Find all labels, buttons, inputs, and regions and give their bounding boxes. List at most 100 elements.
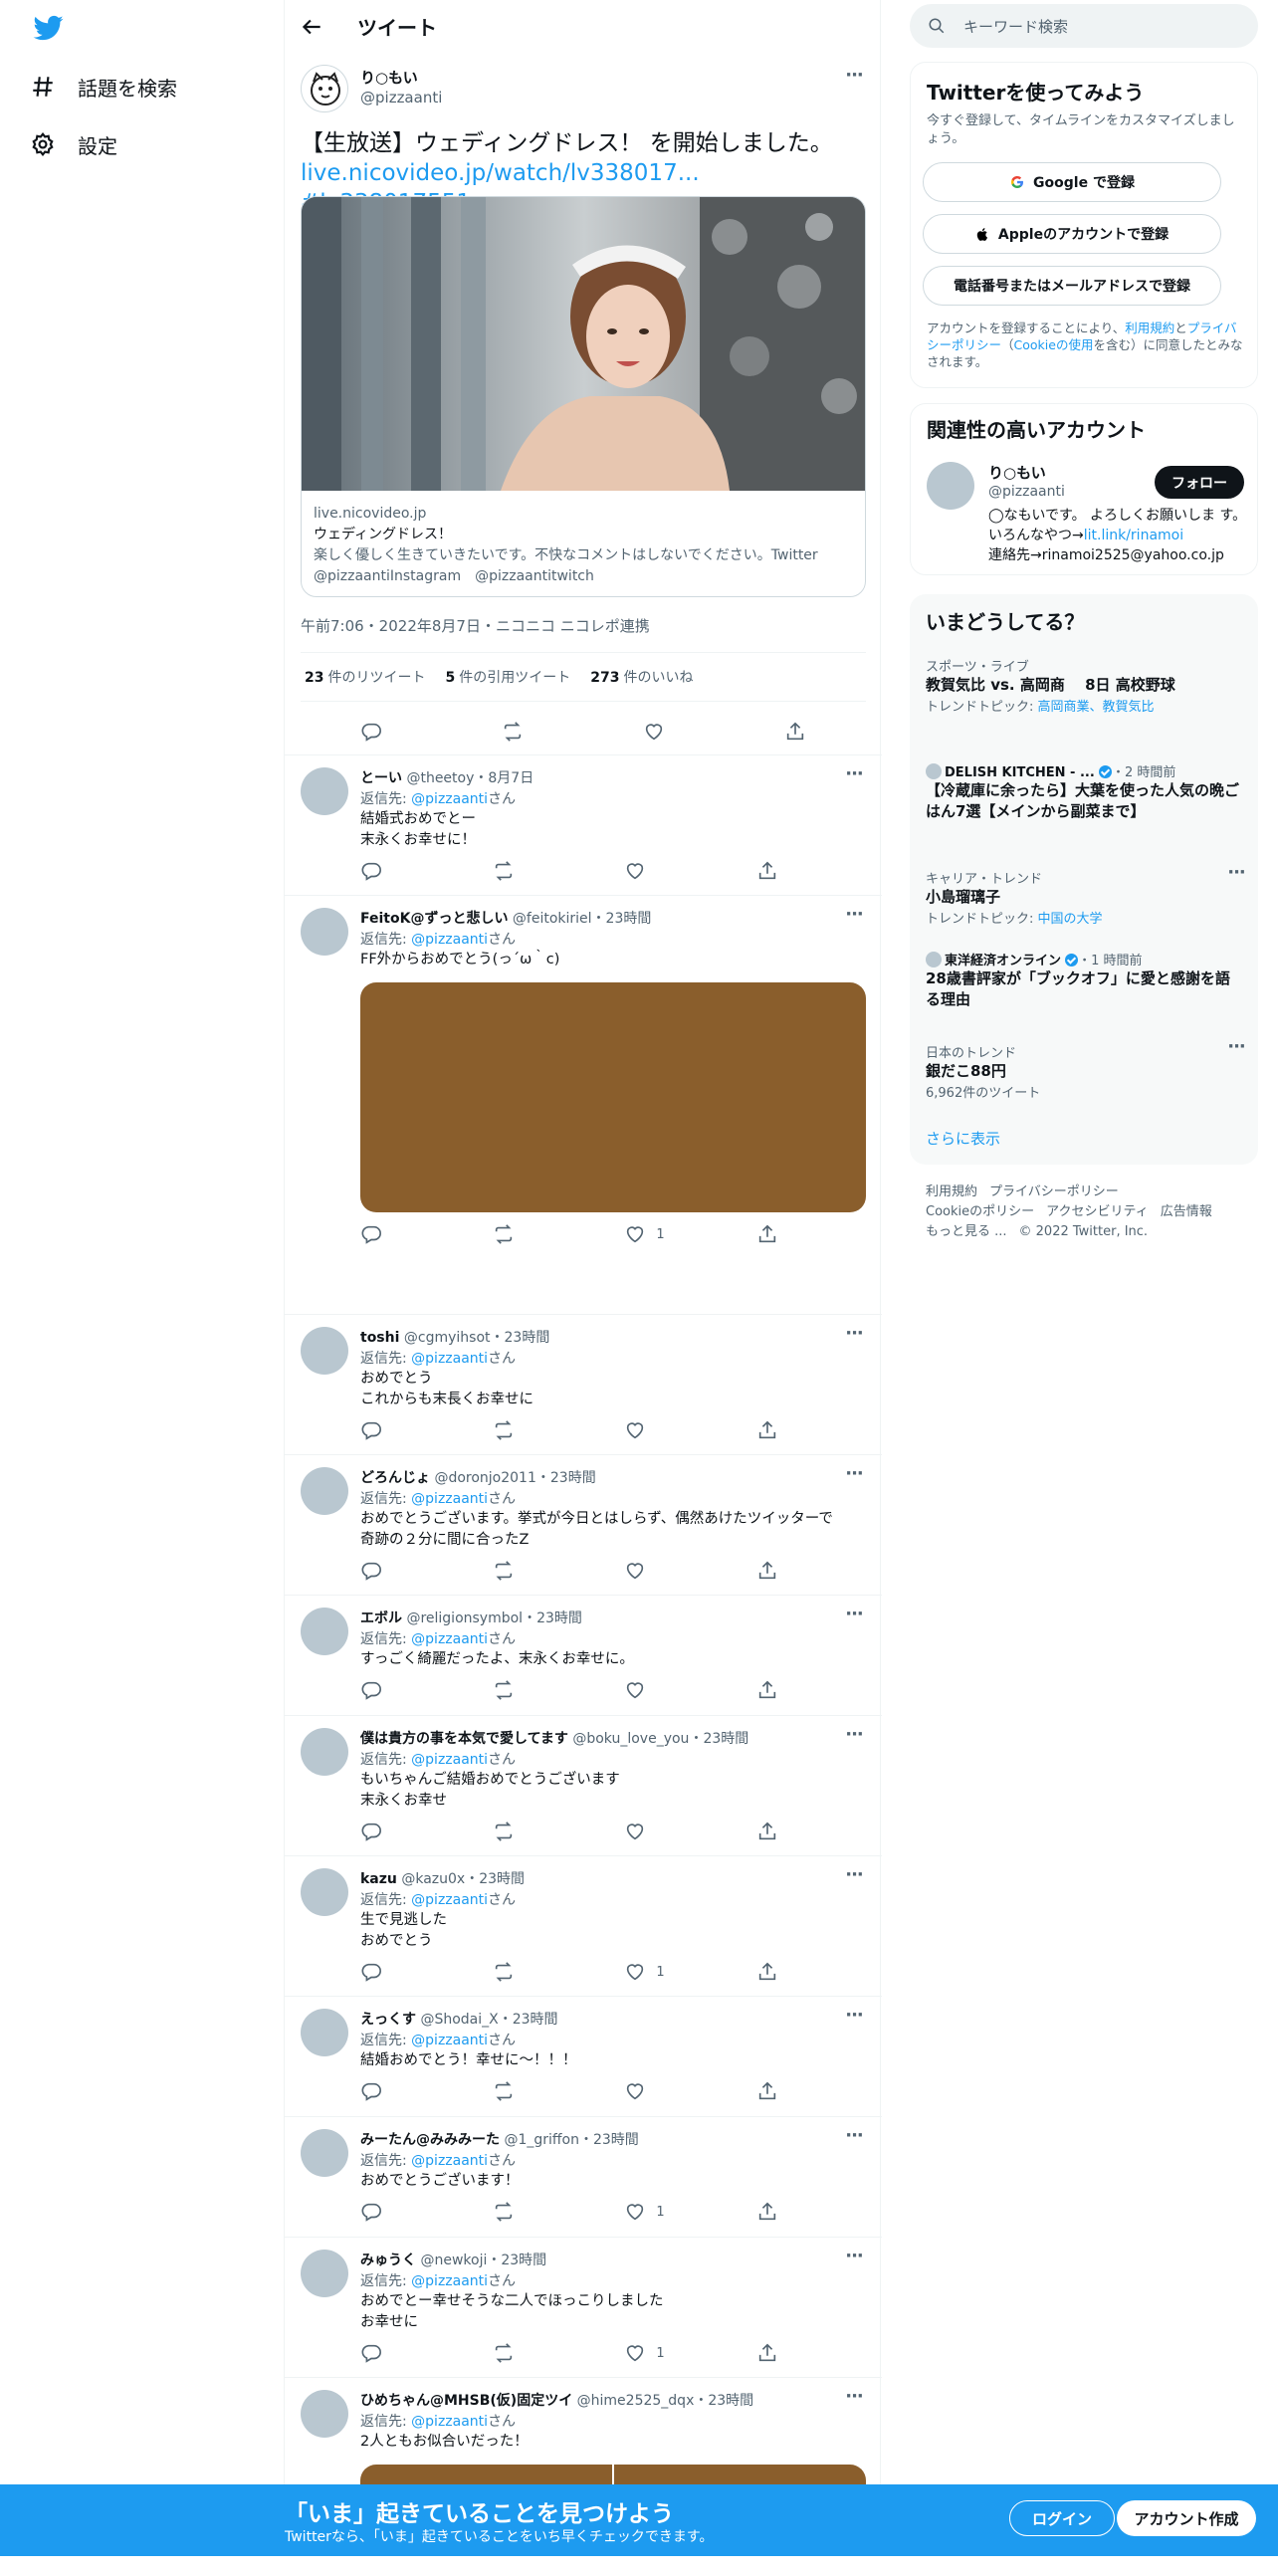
twitter-logo-icon[interactable] xyxy=(32,13,66,43)
like-icon[interactable] xyxy=(624,1821,684,1842)
reply-author-handle[interactable]: @hime2525_dqx xyxy=(577,2393,695,2409)
share-icon[interactable] xyxy=(784,721,806,743)
quote-count[interactable]: 5 件の引用ツイート xyxy=(445,667,570,687)
reply-icon[interactable] xyxy=(360,1560,420,1582)
reply-author-name[interactable]: FeitoK@ずっと悲しい xyxy=(360,911,508,927)
more-options-icon[interactable]: ··· xyxy=(844,2248,864,2271)
avatar[interactable] xyxy=(301,767,348,815)
share-icon[interactable] xyxy=(756,2080,778,2102)
like-icon[interactable] xyxy=(624,2080,684,2102)
reply-author-name[interactable]: えっくす xyxy=(360,2012,416,2028)
terms-link[interactable]: 利用規約 xyxy=(1125,321,1174,335)
avatar[interactable] xyxy=(301,2390,348,2438)
footer-link[interactable]: Cookieのポリシー xyxy=(926,1204,1034,1219)
reply-time[interactable]: 23時間 xyxy=(501,2253,546,2268)
footer-link[interactable]: プライバシーポリシー xyxy=(989,1184,1119,1199)
more-options-icon[interactable]: ··· xyxy=(844,906,864,930)
trend-item[interactable]: 日本のトレンド 銀だこ88円 6,962件のツイート xyxy=(926,1042,1244,1101)
reply-icon[interactable] xyxy=(360,860,420,882)
reply-to-link[interactable]: @pizzaanti xyxy=(411,1752,488,1768)
reply-to-link[interactable]: @pizzaanti xyxy=(411,2414,488,2430)
reply-author-name[interactable]: みーたん@みみみーた xyxy=(360,2132,500,2148)
reply-icon[interactable] xyxy=(360,2342,420,2364)
reply-author-name[interactable]: kazu xyxy=(360,1871,397,1887)
reply-to-link[interactable]: @pizzaanti xyxy=(411,2273,488,2289)
like-icon[interactable] xyxy=(643,721,665,743)
google-signup-button[interactable]: Google で登録 xyxy=(923,162,1221,202)
reply-icon[interactable] xyxy=(360,1419,420,1441)
reply-to-link[interactable]: @pizzaanti xyxy=(411,1351,488,1367)
cookie-link[interactable]: Cookieの使用 xyxy=(1014,337,1094,352)
reply-author-name[interactable]: ひめちゃん@MHSB(仮)固定ツイ xyxy=(360,2393,572,2409)
reply-icon[interactable] xyxy=(360,721,382,743)
more-options-icon[interactable]: ··· xyxy=(1226,864,1246,888)
share-icon[interactable] xyxy=(756,1419,778,1441)
footer-link[interactable]: もっと見る ... xyxy=(926,1224,1007,1239)
reply-icon[interactable] xyxy=(360,1961,420,1983)
avatar[interactable] xyxy=(301,1608,348,1655)
reply-tweet[interactable]: どろんじょ @doronjo2011・23時間 ··· 返信先: @pizzaant… xyxy=(285,1454,882,1595)
reply-author-handle[interactable]: @boku_love_you xyxy=(572,1731,689,1747)
avatar[interactable] xyxy=(301,65,348,112)
login-button[interactable]: ログイン xyxy=(1009,2500,1115,2536)
reply-author-handle[interactable]: @feitokiriel xyxy=(513,911,592,927)
like-icon[interactable]: 1 xyxy=(624,1961,684,1983)
share-icon[interactable] xyxy=(756,2201,778,2223)
reply-to-link[interactable]: @pizzaanti xyxy=(411,932,488,948)
reply-icon[interactable] xyxy=(360,2080,420,2102)
like-icon[interactable]: 1 xyxy=(624,2342,684,2364)
related-name[interactable]: り○もい xyxy=(988,462,1046,483)
share-icon[interactable] xyxy=(756,1223,778,1245)
avatar[interactable] xyxy=(301,1467,348,1515)
reply-to-link[interactable]: @pizzaanti xyxy=(411,1892,488,1908)
create-account-button[interactable]: アカウント作成 xyxy=(1117,2500,1256,2536)
reply-author-handle[interactable]: @newkoji xyxy=(420,2253,487,2268)
retweet-icon[interactable] xyxy=(502,721,524,743)
reply-icon[interactable] xyxy=(360,1821,420,1842)
reply-to-link[interactable]: @pizzaanti xyxy=(411,1631,488,1647)
reply-icon[interactable] xyxy=(360,1223,420,1245)
retweet-icon[interactable] xyxy=(493,1961,552,1983)
trend-news-item[interactable]: DELISH KITCHEN - ... ・2 時間前 【冷蔵庫に余ったら】大葉… xyxy=(926,761,1244,822)
phone-email-signup-button[interactable]: 電話番号またはメールアドレスで登録 xyxy=(923,266,1221,306)
link-card[interactable]: live.nicovideo.jp ウェディングドレス！ 楽しく優しく生きていき… xyxy=(301,196,866,597)
reply-time[interactable]: 23時間 xyxy=(505,1330,550,1346)
related-handle[interactable]: @pizzaanti xyxy=(988,484,1065,500)
trend-topic-link[interactable]: 高岡商業、教賀気比 xyxy=(1038,700,1155,715)
share-icon[interactable] xyxy=(756,1679,778,1701)
reply-tweet[interactable]: kazu @kazu0x・23時間 ··· 返信先: @pizzaantiさん 生で見… xyxy=(285,1855,882,1996)
reply-author-handle[interactable]: @cgmyihsot xyxy=(404,1330,491,1346)
retweet-icon[interactable] xyxy=(493,1419,552,1441)
share-icon[interactable] xyxy=(756,1821,778,1842)
author-handle[interactable]: @pizzaanti xyxy=(360,89,442,107)
reply-time[interactable]: 23時間 xyxy=(479,1871,525,1887)
reply-tweet[interactable]: toshi @cgmyihsot・23時間 ··· 返信先: @pizzaantiさ… xyxy=(285,1314,882,1454)
retweet-icon[interactable] xyxy=(493,2080,552,2102)
avatar[interactable] xyxy=(301,2250,348,2297)
reply-icon[interactable] xyxy=(360,2201,420,2223)
reply-tweet[interactable]: みゅうく @newkoji・23時間 ··· 返信先: @pizzaantiさん おめ… xyxy=(285,2237,882,2377)
reply-time[interactable]: 23時間 xyxy=(606,911,652,927)
reply-tweet[interactable]: えっくす @Shodai_X・23時間 ··· 返信先: @pizzaantiさん結… xyxy=(285,1996,882,2116)
avatar[interactable] xyxy=(301,1728,348,1776)
reply-author-name[interactable]: とーい xyxy=(360,770,402,786)
trend-news-item[interactable]: 東洋経済オンライン ・1 時間前 28歳書評家が「ブックオフ」に愛と感謝を語る理… xyxy=(926,950,1244,1010)
reply-to-link[interactable]: @pizzaanti xyxy=(411,791,488,807)
more-options-icon[interactable]: ··· xyxy=(1226,1038,1246,1062)
share-icon[interactable] xyxy=(756,1961,778,1983)
reply-author-name[interactable]: どろんじょ xyxy=(360,1470,430,1486)
more-options-icon[interactable]: ··· xyxy=(844,67,864,91)
reply-author-handle[interactable]: @Shodai_X xyxy=(420,2012,498,2028)
footer-link[interactable]: 広告情報 xyxy=(1161,1204,1212,1219)
retweet-count[interactable]: 23 件のリツイート xyxy=(305,667,425,687)
nav-settings[interactable]: 設定 xyxy=(30,124,117,164)
reply-author-handle[interactable]: @1_griffon xyxy=(504,2132,579,2148)
share-icon[interactable] xyxy=(756,1560,778,1582)
retweet-icon[interactable] xyxy=(493,2342,552,2364)
reply-time[interactable]: 23時間 xyxy=(536,1610,582,1626)
reply-to-link[interactable]: @pizzaanti xyxy=(411,2033,488,2048)
reply-time[interactable]: 23時間 xyxy=(513,2012,558,2028)
author-name[interactable]: り○もい xyxy=(360,67,418,88)
like-count[interactable]: 273 件のいいね xyxy=(590,667,693,687)
search-box[interactable]: キーワード検索 xyxy=(910,4,1258,48)
